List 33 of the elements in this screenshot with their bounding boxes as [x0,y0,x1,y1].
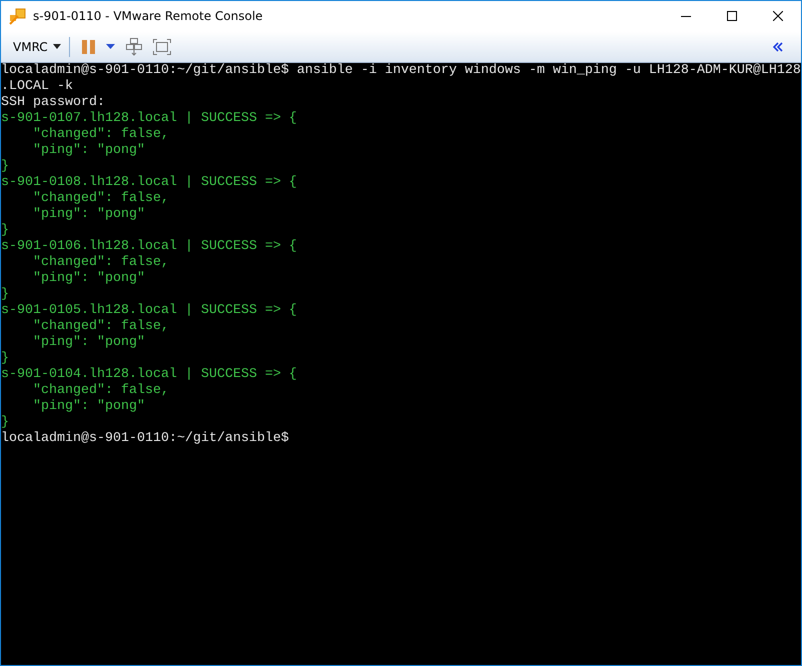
terminal-line: "ping": "pong" [32,207,145,223]
terminal-line: s-901-0107.lh128.local | SUCCESS => { [1,111,297,127]
terminal-line: s-901-0105.lh128.local | SUCCESS => { [1,303,297,319]
caret-icon [52,44,61,49]
terminal-line: } [1,159,9,175]
terminal-line: s-901-0106.lh128.local | SUCCESS => { [1,239,297,255]
app-logo-icon [9,7,27,25]
terminal-line: "changed": false, [32,383,169,399]
terminal-line: "changed": false, [32,319,169,335]
terminal-line: localadmin@s-901-0110:~/git/ansible$ [1,431,289,447]
close-icon [773,11,783,21]
terminal-line: "changed": false, [32,191,169,207]
vmrc-menu-button[interactable]: VMRC [11,38,63,56]
terminal-line: .LOCAL -k [1,79,73,95]
terminal-line: "changed": false, [32,255,169,271]
terminal-line: SSH password: [1,95,105,111]
terminal-line: } [1,287,9,303]
collapse-button[interactable] [771,40,785,54]
dropdown-button[interactable] [104,42,117,51]
terminal-line: localadmin@s-901-0110:~/git/ansible$ ansible -i inventory windows -m win_ping -u LH128-ADM-KUR@LH128 [1,63,801,79]
terminal-line: "ping": "pong" [32,335,145,351]
terminal-line: "ping": "pong" [32,271,145,287]
terminal-line: } [1,223,9,239]
window-title: s-901-0110 - VMware Remote Console [33,9,264,23]
terminal-line: "ping": "pong" [32,143,145,159]
fullscreen-button[interactable] [150,36,173,56]
terminal-line: } [1,415,9,431]
maximize-icon [727,11,737,21]
terminal-line: "ping": "pong" [32,399,145,415]
terminal-line: "changed": false, [32,127,169,143]
terminal-line: } [1,351,9,367]
terminal-line: s-901-0108.lh128.local | SUCCESS => { [1,175,297,191]
terminal-line: s-901-0104.lh128.local | SUCCESS => { [1,367,297,383]
